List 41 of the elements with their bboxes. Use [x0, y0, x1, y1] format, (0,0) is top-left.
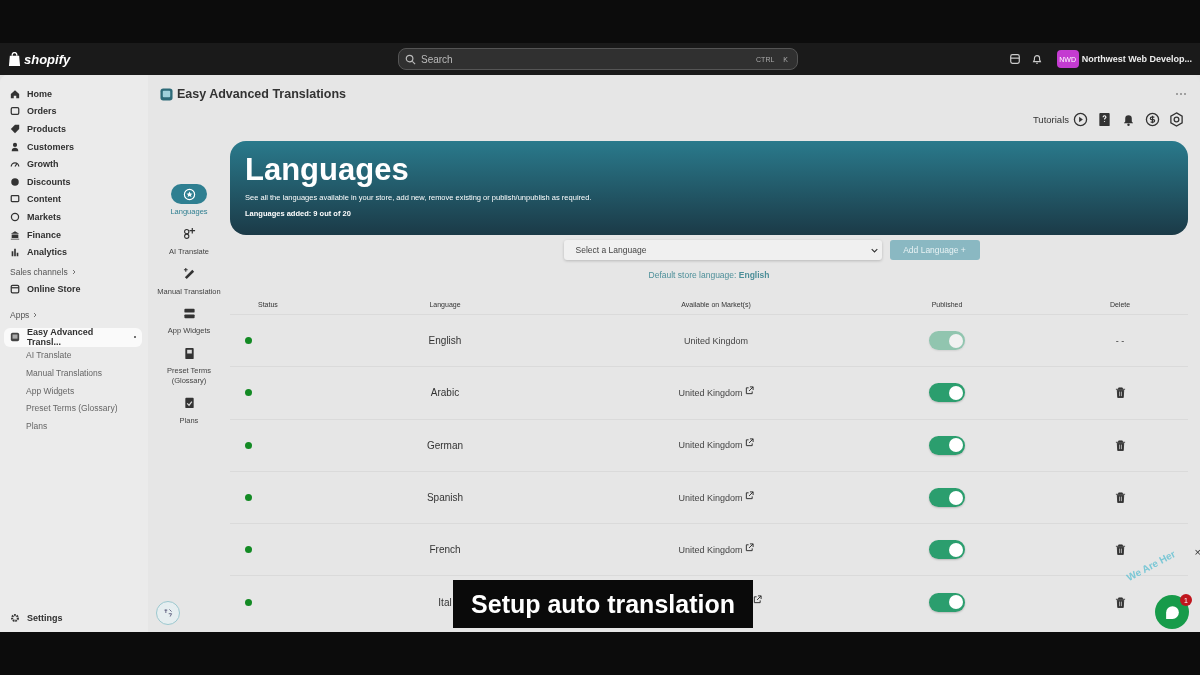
nav-subitem[interactable]: Preset Terms (Glossary) — [0, 399, 148, 417]
app-title: Easy Advanced Translations — [177, 87, 347, 101]
store-name[interactable]: Northwest Web Develop... — [1081, 54, 1192, 64]
language-name: French — [429, 544, 461, 556]
language-name: Ital — [438, 596, 452, 608]
nav-subitem[interactable]: AI Translate — [0, 346, 148, 365]
tutorials-link[interactable]: Tutorials — [1032, 113, 1069, 125]
nav-item[interactable]: Orders — [0, 102, 148, 121]
brand-logo[interactable]: shopify — [24, 51, 71, 67]
nav-item[interactable]: Finance — [0, 225, 148, 244]
nav-item[interactable]: Content — [0, 190, 148, 209]
market-link[interactable]: United Kingdom — [678, 440, 743, 451]
default-language-note: Default store language: English — [647, 270, 771, 280]
language-name: German — [426, 439, 464, 451]
nav-item[interactable]: Customers — [0, 137, 148, 156]
section-heading[interactable]: Sales channels — [10, 266, 68, 277]
nav-item[interactable]: Easy Advanced Transl... — [4, 327, 142, 347]
nav-item[interactable]: Discounts — [0, 172, 148, 191]
nav-item[interactable]: Home — [0, 85, 148, 103]
nav-subitem[interactable]: App Widgets — [0, 381, 148, 400]
market-link[interactable]: United Kingdom — [678, 492, 743, 503]
language-select[interactable]: Select a Language — [563, 240, 882, 260]
close-icon[interactable]: × — [1194, 546, 1200, 558]
chat-greeting: We Are Her — [1124, 548, 1178, 583]
market-link[interactable]: United Kingdom — [678, 387, 743, 398]
nav-item[interactable]: Products — [0, 120, 148, 138]
nav-item[interactable]: Settings — [0, 610, 148, 626]
language-name: Spanish — [426, 492, 464, 504]
nav-subitem[interactable]: Plans — [0, 416, 148, 435]
nav-item[interactable]: Markets — [0, 208, 148, 226]
section-heading[interactable]: Apps — [10, 309, 30, 320]
market-link[interactable]: United Kingdom — [678, 544, 743, 555]
no-delete-text: - - — [1115, 335, 1125, 346]
language-name: English — [428, 335, 462, 347]
video-caption: Setup auto translation — [453, 580, 753, 628]
nav-item[interactable]: Growth — [0, 155, 148, 173]
language-name: Arabic — [430, 387, 460, 399]
hero-title: Languages — [245, 153, 410, 187]
nav-item[interactable]: Analytics — [0, 243, 148, 261]
nav-item[interactable]: Online Store — [0, 279, 148, 298]
nav-subitem[interactable]: Manual Translations — [0, 364, 148, 382]
